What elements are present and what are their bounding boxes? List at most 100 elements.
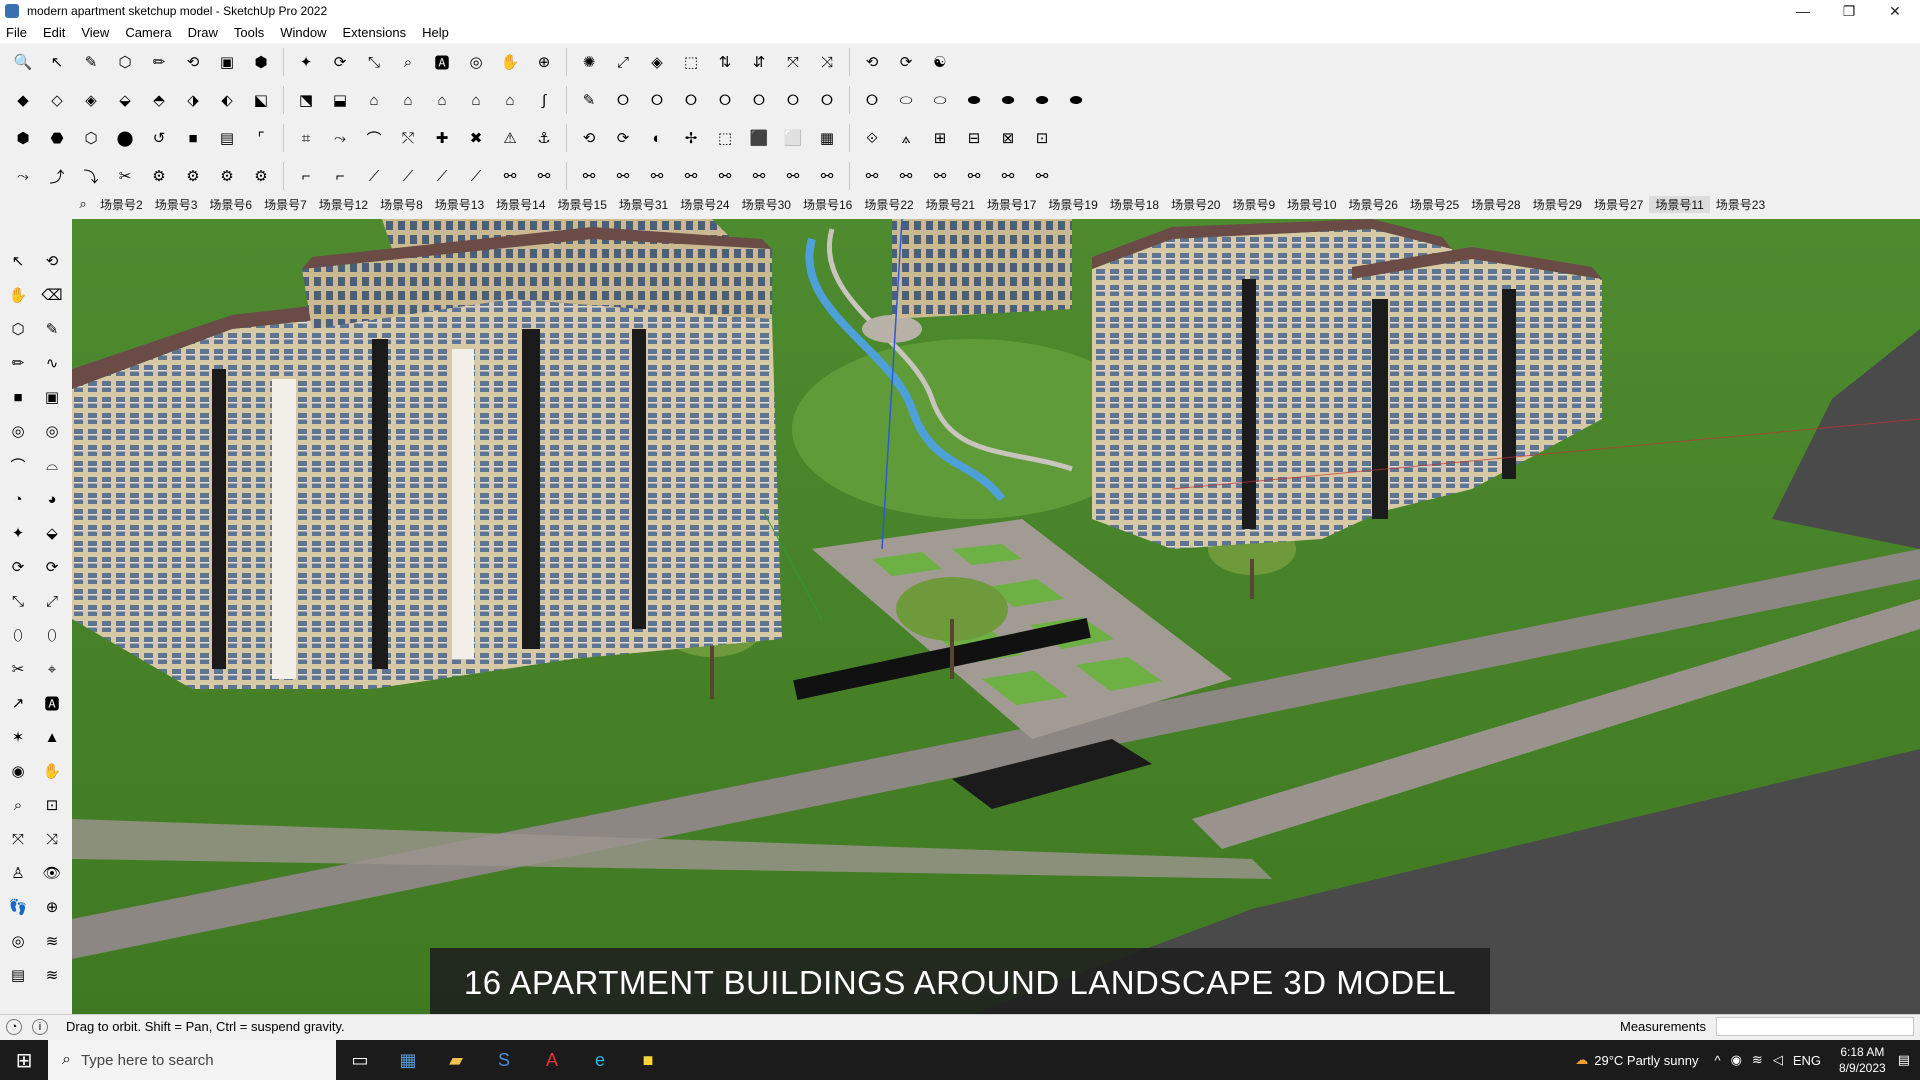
tb3-tool-icon[interactable]: ✢ <box>678 125 704 151</box>
scene-tab[interactable]: 场景号3 <box>149 196 204 213</box>
tb2-tool-icon[interactable]: ⬕ <box>248 87 274 113</box>
left-tool-icon[interactable]: ◎ <box>39 418 65 444</box>
tb3-tool-icon[interactable]: ⌒ <box>361 125 387 151</box>
left-tool-icon[interactable]: ♙ <box>5 860 31 886</box>
scene-tab[interactable]: 场景号14 <box>490 196 551 213</box>
tb1-tool-icon[interactable]: ✺ <box>576 49 602 75</box>
taskbar-clock[interactable]: 6:18 AM 8/9/2023 <box>1839 1044 1886 1076</box>
scene-search-icon[interactable]: ⌕ <box>72 196 94 212</box>
taskbar-search-box[interactable]: ⌕ Type here to search <box>48 1040 336 1080</box>
tb4-tool-icon[interactable]: ⚯ <box>610 163 636 189</box>
tb2-tool-icon[interactable]: ◈ <box>78 87 104 113</box>
left-tool-icon[interactable]: ⬡ <box>5 316 31 342</box>
left-tool-icon[interactable]: 👣 <box>5 894 31 920</box>
tb1-tool-icon[interactable]: ⤨ <box>814 49 840 75</box>
edge-browser-icon[interactable]: e <box>576 1040 624 1080</box>
tb2-tool-icon[interactable]: ⬓ <box>327 87 353 113</box>
tb1-tool-icon[interactable]: ⟲ <box>859 49 885 75</box>
weather-text[interactable]: 29°C Partly sunny <box>1594 1053 1698 1068</box>
tb4-tool-icon[interactable]: ⌐ <box>327 163 353 189</box>
left-tool-icon[interactable]: ⌕ <box>5 792 31 818</box>
scene-tab[interactable]: 场景号30 <box>736 196 797 213</box>
left-tool-icon[interactable]: ■ <box>5 384 31 410</box>
maximize-button[interactable]: ❐ <box>1826 0 1872 22</box>
info-icon[interactable]: i <box>32 1018 48 1035</box>
left-tool-icon[interactable]: ◎ <box>5 928 31 954</box>
scene-tab[interactable]: 场景号21 <box>920 196 981 213</box>
left-tool-icon[interactable]: ⟳ <box>39 554 65 580</box>
scene-tab[interactable]: 场景号18 <box>1104 196 1165 213</box>
left-tool-icon[interactable]: ◕ <box>39 486 65 512</box>
left-tool-icon[interactable]: ⊕ <box>39 894 65 920</box>
left-tool-icon[interactable]: ▣ <box>39 384 65 410</box>
tb1-tool-icon[interactable]: ⟳ <box>327 49 353 75</box>
left-tool-icon[interactable]: ⌖ <box>39 656 65 682</box>
tb3-tool-icon[interactable]: ⊟ <box>961 125 987 151</box>
left-tool-icon[interactable]: ◉ <box>5 758 31 784</box>
close-button[interactable]: ✕ <box>1872 0 1918 22</box>
tb4-tool-icon[interactable]: ⚯ <box>814 163 840 189</box>
left-tool-icon[interactable]: ✶ <box>5 724 31 750</box>
scene-tab[interactable]: 场景号11 <box>1649 195 1710 213</box>
left-tool-icon[interactable]: ∿ <box>39 350 65 376</box>
left-tool-icon[interactable]: ⟲ <box>39 248 65 274</box>
tb3-tool-icon[interactable]: ⤲ <box>395 125 421 151</box>
tb4-tool-icon[interactable]: ⚯ <box>859 163 885 189</box>
scene-tab[interactable]: 场景号8 <box>374 196 429 213</box>
tb4-tool-icon[interactable]: ⚯ <box>780 163 806 189</box>
left-tool-icon[interactable]: ✋ <box>5 282 31 308</box>
left-tool-icon[interactable]: ◎ <box>5 418 31 444</box>
menu-draw[interactable]: Draw <box>188 25 218 40</box>
tb1-tool-icon[interactable]: ⟳ <box>893 49 919 75</box>
notification-icon[interactable]: ▤ <box>1898 1052 1910 1068</box>
tb3-tool-icon[interactable]: ⟳ <box>610 125 636 151</box>
windows-start-button[interactable]: ⊞ <box>0 1040 48 1080</box>
tb1-tool-icon[interactable]: ↖ <box>44 49 70 75</box>
left-tool-icon[interactable]: ✂ <box>5 656 31 682</box>
tb1-tool-icon[interactable]: ✦ <box>293 49 319 75</box>
scene-tab[interactable]: 场景号2 <box>94 196 149 213</box>
left-tool-icon[interactable]: ⌫ <box>39 282 65 308</box>
weather-icon[interactable]: ☁ <box>1575 1052 1588 1068</box>
tb2-tool-icon[interactable]: ⬔ <box>293 87 319 113</box>
tb4-tool-icon[interactable]: ⚯ <box>644 163 670 189</box>
volume-icon[interactable]: ◁ <box>1773 1052 1783 1068</box>
tb3-tool-icon[interactable]: ▦ <box>814 125 840 151</box>
tb1-tool-icon[interactable]: ⤡ <box>361 49 387 75</box>
left-tool-icon[interactable]: ⤧ <box>5 826 31 852</box>
scene-tab[interactable]: 场景号19 <box>1042 196 1103 213</box>
tb4-tool-icon[interactable]: ✂ <box>112 163 138 189</box>
scene-tab[interactable]: 场景号23 <box>1710 196 1771 213</box>
left-tool-icon[interactable]: ◔ <box>5 486 31 512</box>
tb4-tool-icon[interactable]: ⤳ <box>10 163 36 189</box>
tb2-tool-icon[interactable]: ⬬ <box>1029 87 1055 113</box>
left-tool-icon[interactable]: ⤡ <box>5 588 31 614</box>
tb4-tool-icon[interactable]: ⚯ <box>961 163 987 189</box>
tb2-tool-icon[interactable]: ⭘ <box>610 87 636 113</box>
tb2-tool-icon[interactable]: ⬘ <box>146 87 172 113</box>
tb4-tool-icon[interactable]: ⟋ <box>463 163 489 189</box>
left-tool-icon[interactable]: ⬯ <box>39 622 65 648</box>
scene-tab[interactable]: 场景号24 <box>674 196 735 213</box>
scene-tab[interactable]: 场景号27 <box>1588 196 1649 213</box>
menu-file[interactable]: File <box>6 25 27 40</box>
tb4-tool-icon[interactable]: ⚯ <box>678 163 704 189</box>
acrobat-icon[interactable]: A <box>528 1040 576 1080</box>
left-tool-icon[interactable]: ✎ <box>39 316 65 342</box>
tb2-tool-icon[interactable]: ⬭ <box>893 87 919 113</box>
scene-tab[interactable]: 场景号31 <box>613 196 674 213</box>
language-indicator[interactable]: ENG <box>1793 1053 1821 1068</box>
tb2-tool-icon[interactable]: ⭘ <box>678 87 704 113</box>
tb4-tool-icon[interactable]: ⚯ <box>576 163 602 189</box>
tb3-tool-icon[interactable]: ⊡ <box>1029 125 1055 151</box>
tb1-tool-icon[interactable]: ⌕ <box>395 49 421 75</box>
left-tool-icon[interactable]: ↗ <box>5 690 31 716</box>
tb4-tool-icon[interactable]: ⚯ <box>927 163 953 189</box>
left-tool-icon[interactable]: ▤ <box>5 962 31 988</box>
tb1-tool-icon[interactable]: ✎ <box>78 49 104 75</box>
tb3-tool-icon[interactable]: ✖ <box>463 125 489 151</box>
tb2-tool-icon[interactable]: ⬖ <box>214 87 240 113</box>
left-tool-icon[interactable]: ≋ <box>39 928 65 954</box>
scene-tab[interactable]: 场景号12 <box>313 196 374 213</box>
task-view-icon[interactable]: ▭ <box>336 1040 384 1080</box>
